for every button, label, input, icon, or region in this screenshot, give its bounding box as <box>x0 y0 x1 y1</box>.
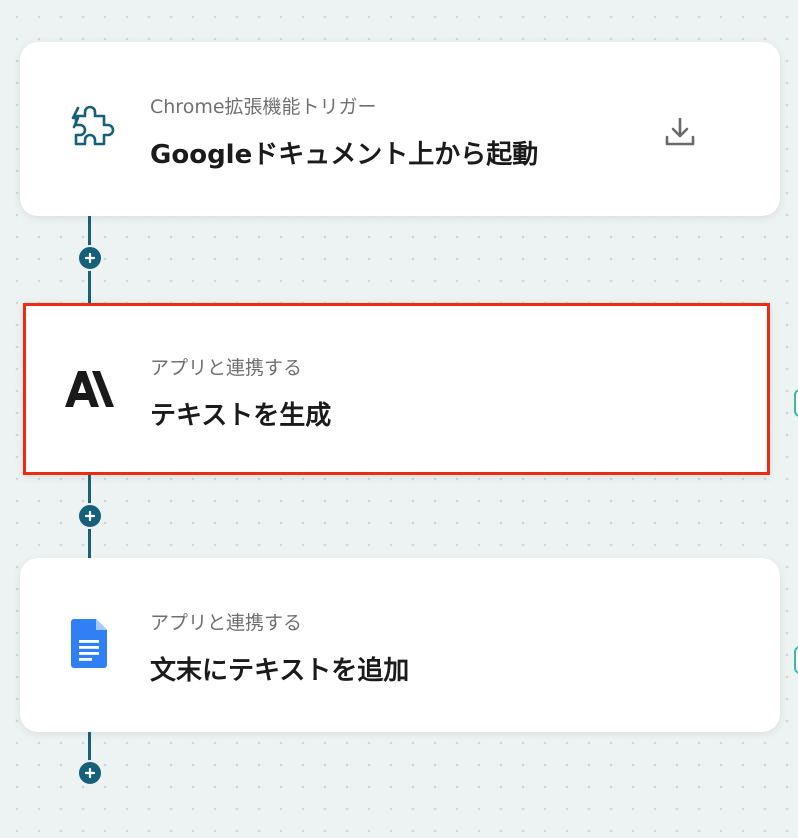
step-subtitle: アプリと連携する <box>150 612 303 634</box>
flow-step-card-append-text[interactable]: アプリと連携する 文末にテキストを追加 <box>20 558 780 732</box>
flow-step-card-generate-text[interactable]: アプリと連携する テキストを生成 <box>23 303 770 475</box>
flow-step-card-trigger[interactable]: Chrome拡張機能トリガー Googleドキュメント上から起動 <box>20 42 780 216</box>
side-handle[interactable] <box>794 389 798 417</box>
puzzle-icon <box>62 100 118 156</box>
step-title: テキストを生成 <box>150 401 332 431</box>
download-button[interactable] <box>660 112 700 152</box>
google-docs-icon <box>62 616 118 672</box>
add-step-button[interactable] <box>77 503 103 529</box>
step-subtitle: Chrome拡張機能トリガー <box>150 96 377 118</box>
step-subtitle: アプリと連携する <box>150 357 303 379</box>
download-icon <box>665 117 695 146</box>
side-handle[interactable] <box>794 646 798 674</box>
step-title: 文末にテキストを追加 <box>150 656 410 686</box>
plus-icon <box>84 252 96 264</box>
plus-icon <box>84 767 96 779</box>
step-title: Googleドキュメント上から起動 <box>150 140 539 170</box>
anthropic-logo-icon <box>62 361 118 417</box>
add-step-button[interactable] <box>77 245 103 271</box>
add-step-button[interactable] <box>77 760 103 786</box>
plus-icon <box>84 510 96 522</box>
